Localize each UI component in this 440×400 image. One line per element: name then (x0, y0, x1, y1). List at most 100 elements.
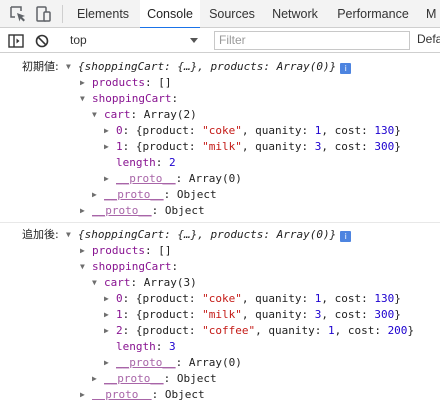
value-text: : Object (163, 372, 217, 385)
info-icon[interactable]: i (340, 231, 352, 242)
chevron-down-icon (190, 38, 198, 43)
expanded-triangle-icon[interactable]: ▼ (80, 91, 85, 107)
collapsed-triangle-icon[interactable]: ▶ (104, 139, 109, 155)
value-text: : {product: (122, 308, 203, 321)
number-value: 2 (169, 156, 176, 169)
collapsed-triangle-icon[interactable]: ▶ (92, 187, 97, 203)
object-property-row[interactable]: ▶ 2: {product: "coffee", quanity: 1, cost… (0, 323, 440, 339)
object-preview: {shoppingCart: {…}, products: Array(0)} (78, 228, 337, 241)
collapsed-triangle-icon[interactable]: ▶ (92, 371, 97, 387)
value-text: : Array(0) (175, 356, 242, 369)
object-property-row[interactable]: ▼ cart: Array(2) (0, 107, 440, 123)
string-value: "milk" (202, 140, 242, 153)
property-text: __proto__: Object (104, 187, 217, 203)
object-property-row[interactable]: ▶ 1: {product: "milk", quanity: 3, cost: … (0, 307, 440, 323)
inspect-element-icon[interactable] (8, 4, 28, 24)
collapsed-triangle-icon[interactable]: ▶ (104, 171, 109, 187)
object-property-row[interactable]: ▶ products: [] (0, 75, 440, 91)
value-text: : Array(3) (130, 276, 197, 289)
clear-console-icon[interactable] (32, 31, 52, 51)
expanded-triangle-icon[interactable]: ▼ (80, 259, 85, 275)
collapsed-triangle-icon[interactable]: ▶ (104, 123, 109, 139)
console-toolbar: top Filter Defa (0, 28, 440, 53)
property-text: 0: {product: "coke", quanity: 1, cost: 1… (116, 291, 401, 307)
number-value: 3 (169, 340, 176, 353)
console-message: 初期値: ▼ {shoppingCart: {…}, products: Array… (0, 54, 440, 223)
value-text: : (155, 340, 169, 353)
collapsed-triangle-icon[interactable]: ▶ (80, 203, 85, 219)
expanded-triangle-icon[interactable]: ▼ (66, 227, 71, 243)
object-property-row[interactable]: ▶ 0: {product: "coke", quanity: 1, cost: … (0, 123, 440, 139)
collapsed-triangle-icon[interactable]: ▶ (104, 323, 109, 339)
object-property-row[interactable]: ▶ __proto__: Array(0) (0, 355, 440, 371)
value-text: } (407, 324, 415, 337)
value-text: , quanity: (255, 324, 328, 337)
property-text: 2: {product: "coffee", quanity: 1, cost:… (116, 323, 414, 339)
tab-sources[interactable]: Sources (204, 0, 260, 28)
number-value: 130 (374, 124, 395, 137)
value-text: : Object (163, 188, 217, 201)
expanded-triangle-icon[interactable]: ▼ (66, 59, 71, 75)
value-text: , cost: (321, 140, 375, 153)
value-text: } (394, 292, 401, 305)
collapsed-triangle-icon[interactable]: ▶ (80, 387, 85, 400)
object-property-row[interactable]: ▶ __proto__: Object (0, 187, 440, 203)
object-property-row[interactable]: ▶ __proto__: Array(0) (0, 171, 440, 187)
property-text: products: [] (92, 75, 171, 91)
property-key: cart (104, 108, 131, 121)
property-text: length: 3 (116, 339, 176, 355)
context-selector[interactable]: top (62, 31, 202, 50)
object-summary-row[interactable]: 追加後: ▼ {shoppingCart: {…}, products: Array… (0, 227, 440, 243)
object-summary-row[interactable]: 初期値: ▼ {shoppingCart: {…}, products: Array… (0, 59, 440, 75)
tab-elements[interactable]: Elements (70, 0, 136, 28)
object-property-row[interactable]: ▶ __proto__: Object (0, 387, 440, 400)
object-property-row[interactable]: ▶ products: [] (0, 243, 440, 259)
expanded-triangle-icon[interactable]: ▼ (92, 107, 97, 123)
property-text: products: [] (92, 243, 171, 259)
device-toolbar-icon[interactable] (33, 4, 53, 24)
tab-memory-truncated[interactable]: M (426, 0, 440, 28)
filter-input[interactable]: Filter (214, 31, 410, 50)
tab-console[interactable]: Console (140, 0, 200, 29)
property-key: products (92, 76, 145, 89)
property-text: 0: {product: "coke", quanity: 1, cost: 1… (116, 123, 401, 139)
object-property-row[interactable]: ▶ 0: {product: "coke", quanity: 1, cost: … (0, 291, 440, 307)
console-sidebar-icon[interactable] (6, 31, 26, 51)
property-text: 1: {product: "milk", quanity: 3, cost: 3… (116, 139, 401, 155)
number-value: 130 (374, 292, 395, 305)
log-levels-dropdown[interactable]: Defa (417, 32, 440, 46)
value-text: : (155, 156, 169, 169)
expanded-triangle-icon[interactable]: ▼ (92, 275, 97, 291)
property-text: __proto__: Object (92, 203, 205, 219)
object-property-row[interactable]: ▼ cart: Array(3) (0, 275, 440, 291)
number-value: 1 (327, 324, 335, 337)
object-property-row[interactable]: ▶ __proto__: Object (0, 203, 440, 219)
collapsed-triangle-icon[interactable]: ▶ (80, 75, 85, 91)
value-text: , quanity: (241, 308, 315, 321)
collapsed-triangle-icon[interactable]: ▶ (80, 243, 85, 259)
value-text: : {product: (122, 140, 203, 153)
value-text: , quanity: (241, 292, 315, 305)
value-text: : [] (144, 244, 172, 257)
proto-key: __proto__ (116, 172, 176, 185)
info-icon[interactable]: i (340, 63, 352, 74)
object-property-row[interactable]: ▼ shoppingCart: (0, 259, 440, 275)
value-text: : Object (151, 388, 205, 400)
object-property-row[interactable]: ▶ 1: {product: "milk", quanity: 3, cost: … (0, 139, 440, 155)
property-key: 0 (116, 292, 123, 305)
collapsed-triangle-icon[interactable]: ▶ (104, 355, 109, 371)
collapsed-triangle-icon[interactable]: ▶ (104, 307, 109, 323)
toolbar-divider (62, 5, 63, 23)
property-key: 2 (116, 324, 123, 337)
property-text: __proto__: Object (92, 387, 205, 400)
property-text: shoppingCart: (92, 91, 178, 107)
tab-performance[interactable]: Performance (331, 0, 415, 28)
number-value: 200 (387, 324, 408, 337)
tab-network[interactable]: Network (266, 0, 324, 28)
property-key: shoppingCart (92, 92, 172, 105)
object-property-row[interactable]: ▶ __proto__: Object (0, 371, 440, 387)
collapsed-triangle-icon[interactable]: ▶ (104, 291, 109, 307)
object-property-row[interactable]: ▼ shoppingCart: (0, 91, 440, 107)
property-text: __proto__: Array(0) (116, 171, 242, 187)
value-text: , cost: (334, 324, 388, 337)
